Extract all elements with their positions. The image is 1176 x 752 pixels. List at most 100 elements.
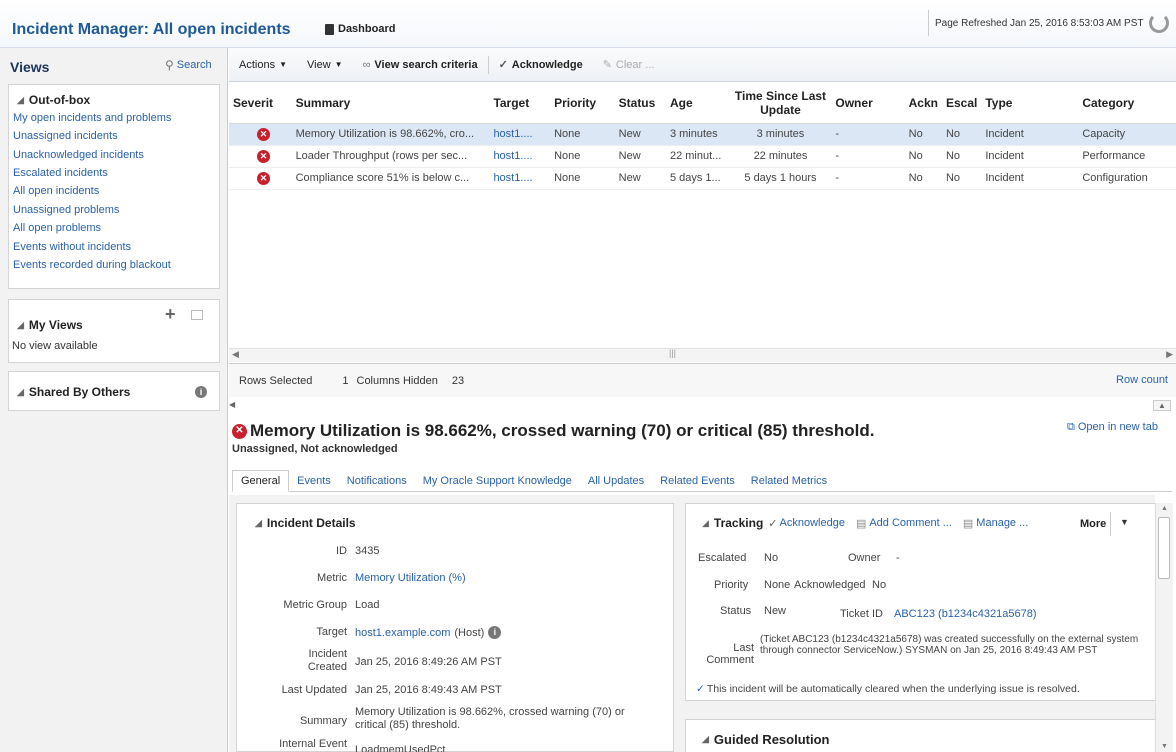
more-dropdown-icon[interactable]: ▼ — [1120, 517, 1129, 527]
last-comment-value: (Ticket ABC123 (b1234c4321a5678) was cre… — [760, 634, 1139, 656]
tracking-acknowledge-link[interactable]: ✓ Acknowledge — [768, 517, 845, 530]
incident-detail-title: ✕ Memory Utilization is 98.662%, crossed … — [232, 421, 874, 441]
add-comment-label: Add Comment ... — [869, 516, 952, 529]
col-header-category[interactable]: Category — [1078, 83, 1176, 124]
edit-view-icon[interactable] — [191, 310, 203, 320]
priority-cell: None — [550, 145, 615, 168]
incident-status-subtitle: Unassigned, Not acknowledged — [232, 443, 398, 455]
view-menu[interactable]: View ▼ — [297, 59, 353, 71]
col-header-priority[interactable]: Priority — [550, 83, 615, 124]
rows-selected-value: 1 — [342, 374, 349, 387]
target-type: (Host) — [454, 626, 485, 639]
collapse-triangle-icon[interactable]: ◢ — [702, 518, 709, 529]
view-events-without-incidents[interactable]: Events without incidents — [13, 238, 218, 256]
acknowledged-label: Acknowledged — [794, 579, 866, 591]
view-all-open-problems[interactable]: All open problems — [13, 219, 218, 238]
guided-resolution-header[interactable]: ◢ Guided Resolution — [702, 732, 829, 747]
target-link[interactable]: host1.example.com — [355, 627, 450, 639]
search-icon: ⚲ — [165, 58, 174, 72]
scroll-right-icon[interactable]: ▶ — [1166, 349, 1173, 360]
summary-cell[interactable]: Memory Utilization is 98.662%, cro... — [291, 123, 490, 146]
dropdown-arrow-icon: ▼ — [334, 60, 343, 69]
critical-error-icon: ✕ — [257, 127, 270, 141]
clear-button[interactable]: ✎ Clear ... — [593, 58, 665, 72]
tab-related-metrics[interactable]: Related Metrics — [743, 471, 835, 491]
refresh-icon[interactable] — [1149, 13, 1170, 33]
acknowledged-value: No — [872, 579, 887, 591]
collapse-triangle-icon: ◢ — [17, 386, 24, 397]
add-comment-link[interactable]: ▤ Add Comment ... — [856, 517, 952, 530]
critical-error-icon: ✕ — [232, 423, 247, 439]
category-cell: Configuration — [1078, 167, 1176, 190]
tab-notifications[interactable]: Notifications — [339, 471, 415, 491]
col-header-escalated[interactable]: Escal — [941, 83, 982, 124]
target-link[interactable]: host1.... — [489, 145, 551, 168]
open-new-tab-link[interactable]: ⧉ Open in new tab — [1067, 421, 1158, 434]
target-link[interactable]: host1.... — [489, 123, 551, 146]
col-header-status[interactable]: Status — [614, 83, 666, 124]
scroll-left-icon[interactable]: ◀ — [232, 349, 239, 360]
tab-all-updates[interactable]: All Updates — [580, 471, 652, 491]
view-search-criteria-button[interactable]: ∞ View search criteria — [353, 59, 488, 71]
scroll-up-icon[interactable]: ▲ — [1161, 505, 1168, 512]
scroll-down-icon[interactable]: ▼ — [1161, 743, 1168, 750]
col-header-target[interactable]: Target — [489, 83, 551, 124]
metric-link[interactable]: Memory Utilization (%) — [355, 572, 466, 584]
table-row[interactable]: ✕ Compliance score 51% is below c... hos… — [229, 167, 1176, 190]
shared-header[interactable]: ◢ Shared By Others — [17, 385, 130, 399]
view-unacknowledged-incidents[interactable]: Unacknowledged incidents — [13, 146, 218, 165]
tab-general[interactable]: General — [232, 470, 290, 492]
ticket-id-link[interactable]: ABC123 (b1234c4321a5678) — [894, 608, 1037, 620]
glasses-icon: ∞ — [362, 58, 371, 71]
tracking-header: ◢ Tracking ✓ Acknowledge ▤ Add Comment ...… — [702, 516, 1028, 530]
summary-cell[interactable]: Compliance score 51% is below c... — [291, 167, 490, 190]
id-label: ID — [336, 545, 347, 557]
col-header-time-since-update[interactable]: Time Since Last Update — [729, 83, 832, 124]
more-menu[interactable]: More — [1080, 512, 1112, 536]
col-header-type[interactable]: Type — [981, 83, 1079, 124]
col-header-owner[interactable]: Owner — [831, 83, 905, 124]
view-unassigned-incidents[interactable]: Unassigned incidents — [13, 127, 218, 146]
view-all-open-incidents[interactable]: All open incidents — [13, 182, 218, 201]
scroll-thumb[interactable] — [1158, 517, 1170, 579]
tab-related-events[interactable]: Related Events — [652, 471, 743, 491]
type-cell: Incident — [981, 145, 1079, 168]
col-header-acknowledged[interactable]: Ackn — [904, 83, 942, 124]
severity-cell: ✕ — [229, 167, 292, 190]
view-my-open-incidents[interactable]: My open incidents and problems — [13, 110, 218, 127]
views-search-link[interactable]: ⚲ Search — [165, 58, 212, 72]
horizontal-scrollbar[interactable]: ◀ ||| ▶ — [229, 348, 1176, 362]
info-icon[interactable]: i — [488, 626, 502, 639]
target-link[interactable]: host1.... — [489, 167, 551, 190]
col-header-severity[interactable]: Severit — [229, 83, 292, 124]
table-row[interactable]: ✕ Memory Utilization is 98.662%, cro... … — [229, 123, 1176, 146]
row-count-link[interactable]: Row count — [1116, 374, 1168, 386]
view-unassigned-problems[interactable]: Unassigned problems — [13, 201, 218, 219]
escalated-value: No — [764, 552, 779, 564]
incident-details-header[interactable]: ◢ Incident Details — [255, 516, 356, 530]
col-header-summary[interactable]: Summary — [291, 83, 490, 124]
actions-menu[interactable]: Actions ▼ — [229, 59, 297, 71]
age-cell: 5 days 1... — [665, 167, 730, 190]
out-of-box-header[interactable]: ◢ Out-of-box — [17, 93, 90, 107]
summary-cell[interactable]: Loader Throughput (rows per sec... — [291, 145, 490, 168]
collapse-detail-icon[interactable]: ▲ — [1153, 400, 1171, 411]
tracking-title: Tracking — [713, 516, 764, 530]
dashboard-link[interactable]: Dashboard — [325, 23, 395, 35]
refresh-text: Page Refreshed Jan 25, 2016 8:53:03 AM P… — [935, 17, 1144, 29]
col-header-age[interactable]: Age — [665, 83, 730, 124]
owner-cell: - — [831, 145, 905, 168]
collapse-triangle-icon: ◢ — [17, 319, 24, 330]
vertical-scrollbar[interactable]: ▲ ▼ — [1155, 503, 1173, 752]
table-row[interactable]: ✕ Loader Throughput (rows per sec... hos… — [229, 145, 1176, 168]
acknowledge-button[interactable]: ✓ Acknowledge — [489, 58, 593, 72]
manage-link[interactable]: ▤ Manage ... — [963, 517, 1028, 530]
tab-oracle-support-knowledge[interactable]: My Oracle Support Knowledge — [415, 471, 580, 491]
collapse-pane-icon[interactable]: ◀ — [229, 400, 235, 409]
view-events-during-blackout[interactable]: Events recorded during blackout — [13, 256, 218, 275]
tab-events[interactable]: Events — [289, 471, 339, 491]
my-views-header[interactable]: ◢ My Views — [17, 318, 83, 332]
info-icon[interactable]: i — [195, 386, 207, 398]
view-escalated-incidents[interactable]: Escalated incidents — [13, 165, 218, 182]
add-view-icon[interactable]: + — [165, 304, 176, 325]
